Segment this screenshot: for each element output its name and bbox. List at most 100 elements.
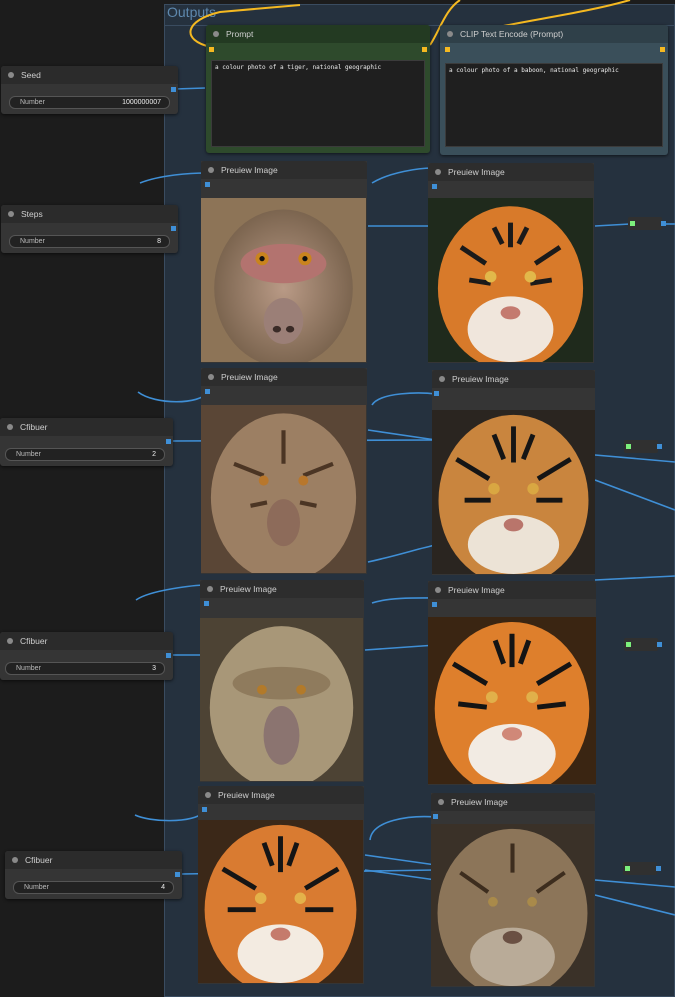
cfg-number-widget[interactable]: Number 2 — [5, 448, 165, 461]
output-port-icon[interactable] — [171, 226, 176, 231]
cfg-number-widget[interactable]: Number 4 — [13, 881, 174, 894]
output-port-icon[interactable] — [656, 866, 661, 871]
reroute-node[interactable] — [624, 638, 662, 651]
preview-image-node[interactable]: Preuiew Image — [201, 161, 367, 363]
preview-header[interactable]: Preuiew Image — [200, 580, 364, 598]
preview-title: Preuiew Image — [218, 790, 275, 800]
baboon-tiger-image[interactable] — [201, 405, 366, 573]
input-port-icon[interactable] — [626, 642, 631, 647]
collapse-dot-icon[interactable] — [447, 31, 453, 37]
collapse-dot-icon[interactable] — [213, 31, 219, 37]
cfg-node-title: Cfibuer — [20, 422, 48, 432]
collapse-dot-icon[interactable] — [8, 72, 14, 78]
input-port-icon[interactable] — [626, 444, 631, 449]
clip-text-encode-node[interactable]: CLIP Text Encode (Prompt) a colour photo… — [440, 25, 668, 155]
cfg-node-title: Cfibuer — [20, 636, 48, 646]
baboon-image[interactable] — [201, 198, 366, 362]
preview-header[interactable]: Preuiew Image — [432, 370, 595, 388]
preview-image-node[interactable]: Preuiew Image — [428, 581, 596, 785]
preview-image-node[interactable]: Preuiew Image — [198, 786, 364, 984]
cfg-node-3[interactable]: Cfibuer Number 4 — [5, 851, 182, 899]
collapse-dot-icon[interactable] — [208, 167, 214, 173]
seed-node-header[interactable]: Seed — [1, 66, 178, 84]
cfg-node-header[interactable]: Cfibuer — [0, 632, 173, 650]
cfg-node-header[interactable]: Cfibuer — [5, 851, 182, 869]
preview-header[interactable]: Preuiew Image — [431, 793, 595, 811]
input-port-icon[interactable] — [625, 866, 630, 871]
clip-node-title: CLIP Text Encode (Prompt) — [460, 29, 564, 39]
output-port-icon[interactable] — [661, 221, 666, 226]
output-port-icon[interactable] — [166, 439, 171, 444]
collapse-dot-icon[interactable] — [7, 638, 13, 644]
baboon-image[interactable] — [200, 618, 363, 781]
preview-image-node[interactable]: Preuiew Image — [201, 368, 367, 574]
tiger-image[interactable] — [198, 820, 363, 983]
tiger-image[interactable] — [432, 410, 595, 574]
input-port-icon[interactable] — [434, 391, 439, 396]
widget-label: Number — [16, 451, 41, 458]
output-port-icon[interactable] — [171, 87, 176, 92]
preview-header[interactable]: Preuiew Image — [201, 368, 367, 386]
widget-value: 2 — [152, 451, 156, 458]
widget-label: Number — [16, 665, 41, 672]
preview-image-node[interactable]: Preuiew Image — [428, 163, 594, 363]
cfg-node-1[interactable]: Cfibuer Number 2 — [0, 418, 173, 466]
output-port-icon[interactable] — [660, 47, 665, 52]
prompt-textarea[interactable]: a colour photo of a tiger, national geog… — [211, 60, 425, 147]
cfg-node-header[interactable]: Cfibuer — [0, 418, 173, 436]
clip-node-header[interactable]: CLIP Text Encode (Prompt) — [440, 25, 668, 43]
tiger-image[interactable] — [428, 198, 593, 362]
output-port-icon[interactable] — [422, 47, 427, 52]
seed-node[interactable]: Seed Number 1000000007 — [1, 66, 178, 114]
input-port-icon[interactable] — [205, 389, 210, 394]
collapse-dot-icon[interactable] — [435, 169, 441, 175]
input-port-icon[interactable] — [432, 184, 437, 189]
cfg-number-widget[interactable]: Number 3 — [5, 662, 165, 675]
seed-number-widget[interactable]: Number 1000000007 — [9, 96, 170, 109]
input-port-icon[interactable] — [204, 601, 209, 606]
collapse-dot-icon[interactable] — [205, 792, 211, 798]
input-port-icon[interactable] — [630, 221, 635, 226]
steps-node[interactable]: Steps Number 8 — [1, 205, 178, 253]
reroute-node[interactable] — [623, 862, 661, 875]
clip-textarea[interactable]: a colour photo of a baboon, national geo… — [445, 63, 663, 147]
group-title[interactable]: Outputs — [167, 4, 216, 20]
preview-image-node[interactable]: Preuiew Image — [200, 580, 364, 782]
prompt-node[interactable]: Prompt a colour photo of a tiger, nation… — [206, 25, 430, 153]
steps-number-widget[interactable]: Number 8 — [9, 235, 170, 248]
output-port-icon[interactable] — [166, 653, 171, 658]
output-port-icon[interactable] — [175, 872, 180, 877]
preview-image-node[interactable]: Preuiew Image — [432, 370, 595, 575]
tiger-image[interactable] — [428, 617, 596, 784]
prompt-node-header[interactable]: Prompt — [206, 25, 430, 43]
input-port-icon[interactable] — [205, 182, 210, 187]
preview-header[interactable]: Preuiew Image — [428, 163, 594, 181]
reroute-node[interactable] — [628, 217, 666, 230]
output-port-icon[interactable] — [657, 642, 662, 647]
preview-image-node[interactable]: Preuiew Image — [431, 793, 595, 987]
preview-header[interactable]: Preuiew Image — [201, 161, 367, 179]
reroute-node[interactable] — [624, 440, 662, 453]
preview-title: Preuiew Image — [448, 585, 505, 595]
input-port-icon[interactable] — [202, 807, 207, 812]
collapse-dot-icon[interactable] — [7, 424, 13, 430]
output-port-icon[interactable] — [657, 444, 662, 449]
input-port-icon[interactable] — [432, 602, 437, 607]
input-port-icon[interactable] — [433, 814, 438, 819]
collapse-dot-icon[interactable] — [208, 374, 214, 380]
tiger-baboon-image[interactable] — [431, 824, 594, 986]
collapse-dot-icon[interactable] — [438, 799, 444, 805]
preview-header[interactable]: Preuiew Image — [428, 581, 596, 599]
input-port-icon[interactable] — [209, 47, 214, 52]
collapse-dot-icon[interactable] — [8, 211, 14, 217]
input-port-icon[interactable] — [445, 47, 450, 52]
cfg-node-title: Cfibuer — [25, 855, 53, 865]
widget-label: Number — [20, 99, 45, 106]
collapse-dot-icon[interactable] — [439, 376, 445, 382]
collapse-dot-icon[interactable] — [207, 586, 213, 592]
steps-node-header[interactable]: Steps — [1, 205, 178, 223]
cfg-node-2[interactable]: Cfibuer Number 3 — [0, 632, 173, 680]
collapse-dot-icon[interactable] — [435, 587, 441, 593]
preview-header[interactable]: Preuiew Image — [198, 786, 364, 804]
collapse-dot-icon[interactable] — [12, 857, 18, 863]
